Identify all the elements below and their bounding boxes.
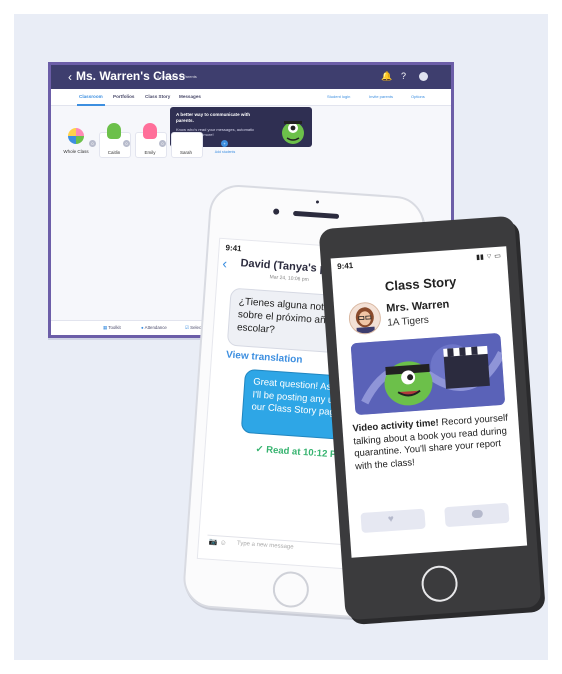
tab-class-story[interactable]: Class Story [145,94,170,99]
window-header: ‹ Ms. Warren's Class 5 Students · 0 Pare… [51,65,451,89]
student-name: Caitlin [107,150,121,155]
back-icon[interactable]: ‹ [222,255,228,271]
camera-icon[interactable]: 📷 ☺ [209,538,227,547]
bell-icon[interactable]: 🔔 [381,71,392,82]
tab-portfolios[interactable]: Portfolios [113,94,134,99]
monster-avatar-icon [107,123,121,139]
phone-sensor [315,200,320,204]
story-caption: Video activity time! Record yourself tal… [352,412,509,472]
heart-icon: ♥ [387,513,395,526]
message-placeholder: Type a new message [236,540,294,551]
story-video[interactable] [350,332,506,416]
view-translation-link[interactable]: View translation [226,349,303,365]
read-receipt: ✓ Read at 10:12 PM [255,443,345,461]
student-name: Whole Class [63,149,89,154]
class-meta: 5 Students · 0 Parents [157,74,197,79]
tab-classroom[interactable]: Classroom [77,94,105,106]
points-badge: 0 [123,140,130,147]
tooltip-title: A better way to communicate with parents… [176,112,251,123]
tab-bar: Classroom Portfolios Class Story Message… [51,89,451,106]
home-button[interactable] [420,564,459,603]
add-students-label[interactable]: Add students [207,150,243,154]
status-time: 9:41 [336,260,354,272]
tab-messages[interactable]: Messages [179,94,201,99]
chat-date: Mar 24, 10:06 pm [269,274,309,284]
teacher-avatar [347,301,382,336]
comment-button[interactable] [444,502,510,528]
like-button[interactable]: ♥ [360,508,426,534]
status-time: 9:41 [225,243,242,254]
teacher-name: Mrs. Warren [385,298,450,315]
phone-speaker [292,210,340,219]
points-badge: 0 [159,140,166,147]
home-button[interactable] [271,570,311,609]
points-badge: 0 [89,140,96,147]
attendance-button[interactable]: ● Attendance [141,325,167,330]
phone-camera [273,208,280,215]
story-phone: 9:41 ▮▮ ⌔ ▭ Class Story Mrs. Warren 1A T… [318,215,542,621]
student-name: Emily [144,150,156,155]
student-login-link[interactable]: Student login [327,94,350,99]
invite-parents-link[interactable]: Invite parents [369,94,393,99]
story-title: Class Story [384,273,457,294]
class-name: 1A Tigers [386,314,430,329]
comment-icon [471,509,484,519]
story-screen: 9:41 ▮▮ ⌔ ▭ Class Story Mrs. Warren 1A T… [330,246,528,558]
help-icon[interactable]: ? [401,71,406,81]
avatar[interactable] [419,72,428,81]
student-name: Sarah [179,150,192,155]
whole-class-icon [68,128,84,144]
toolkit-button[interactable]: ▦ Toolkit [103,325,121,331]
signal-icon: ▮▮ ⌔ ▭ [475,252,502,262]
add-students-icon[interactable]: + [221,140,228,147]
monster-avatar-icon [143,123,157,139]
teacher-photo-icon [348,302,381,336]
monster-icon [282,121,304,144]
back-icon[interactable]: ‹ [68,70,72,84]
options-link[interactable]: Options [411,94,425,99]
video-thumbnail-icon [350,332,506,416]
